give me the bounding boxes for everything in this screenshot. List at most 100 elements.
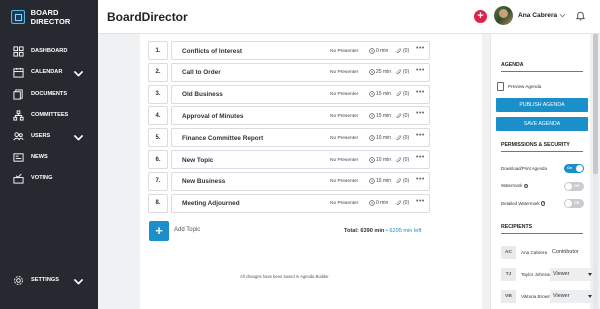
permissions-heading: PERMISSIONS & SECURITY [501,142,570,148]
agenda-row-attachments[interactable]: (0) [396,135,409,141]
agenda-row-title[interactable]: Old Business [182,91,223,98]
agenda-row-body[interactable]: Conflicts of Interest No Presenter 0 min (0… [171,41,430,60]
clock-icon [369,47,375,54]
sidebar-item-settings[interactable]: SETTINGS [0,271,98,289]
clock-icon [369,200,375,206]
agenda-heading: AGENDA [501,62,524,68]
agenda-row-time[interactable]: 15 min [369,178,391,184]
agenda-row-attachments[interactable]: (0) [396,157,409,163]
save-agenda-button[interactable]: SAVE AGENDA [496,117,588,131]
agenda-row-time[interactable]: 25 min [369,69,391,75]
agenda-row-attachments[interactable]: (0) [396,48,409,54]
agenda-row-number[interactable]: 1. [148,41,168,60]
top-bar: BoardDirector + Ana Cabrera [98,0,600,34]
agenda-row-attachments[interactable]: (0) [396,69,409,75]
permission-toggle[interactable]: Off [564,181,584,191]
add-topic-label[interactable]: Add Topic [174,227,200,233]
agenda-row-title[interactable]: Call to Order [182,69,221,76]
agenda-row-presenter[interactable]: No Presenter [330,136,358,141]
agenda-row-attachments[interactable]: (0) [396,200,409,206]
preview-agenda-link[interactable]: Preview Agenda [497,82,541,91]
agenda-row-time[interactable]: 15 min [369,113,391,119]
bell-icon[interactable] [575,10,586,21]
avatar[interactable] [494,6,513,25]
agenda-row-attachments[interactable]: (0) [396,113,409,119]
sidebar-item-dashboard[interactable]: DASHBOARD [0,42,98,60]
agenda-row-title[interactable]: Conflicts of Interest [182,48,242,55]
agenda-row-number[interactable]: 4. [148,106,168,126]
agenda-row-body[interactable]: New Topic No Presenter 10 min (0) ••• [171,150,430,169]
agenda-row-presenter[interactable]: No Presenter [330,158,358,163]
help-icon[interactable]: ? [540,201,546,206]
more-options-icon[interactable]: ••• [416,132,425,139]
more-options-icon[interactable]: ••• [416,110,425,117]
agenda-row-attachments[interactable]: (0) [396,91,409,97]
publish-agenda-button[interactable]: PUBLISH AGENDA [496,98,588,112]
agenda-row-title[interactable]: New Topic [182,157,213,164]
agenda-row-presenter[interactable]: No Presenter [330,49,358,54]
agenda-row-time[interactable]: 0 min [369,200,388,206]
permission-toggle[interactable]: On [564,164,584,173]
recipient-role-select[interactable]: Viewer [550,267,595,281]
agenda-row-time[interactable]: 10 min [369,135,391,141]
agenda-row-time[interactable]: 10 min [369,157,391,163]
sidebar-item-users[interactable]: USERS [0,127,98,145]
agenda-row-body[interactable]: Call to Order No Presenter 25 min (0) ••• [171,62,430,82]
agenda-row-body[interactable]: New Business No Presenter 15 min (0) ••• [171,171,430,191]
agenda-row-attachments[interactable]: (0) [396,178,409,184]
agenda-row-number[interactable]: 3. [148,84,168,104]
agenda-row-number[interactable]: 7. [148,171,168,191]
agenda-row-presenter[interactable]: No Presenter [330,92,358,97]
agenda-row-title[interactable]: Finance Committee Report [182,135,263,142]
recipient-role-select[interactable]: Viewer [550,289,595,303]
more-options-icon[interactable]: ••• [416,45,425,52]
total-label: Total: 6390 min [344,228,385,234]
scrollbar-thumb[interactable] [593,34,598,174]
agenda-row-presenter[interactable]: No Presenter [330,179,358,184]
user-name[interactable]: Ana Cabrera [518,12,557,19]
recipient-initials: TJ [501,267,516,281]
agenda-row[interactable]: 2. Call to Order No Presenter 25 min (0) ••• [148,62,430,82]
more-options-icon[interactable]: ••• [416,89,425,96]
agenda-row-number[interactable]: 2. [148,62,168,82]
agenda-row-title[interactable]: Approval of Minutes [182,113,243,120]
agenda-row[interactable]: 3. Old Business No Presenter 15 min (0) ••• [148,84,430,104]
sidebar-item-voting[interactable]: VOTING [0,169,98,187]
add-topic-button[interactable]: + [149,221,169,241]
panel-scrollbar[interactable] [593,34,598,309]
agenda-row-presenter[interactable]: No Presenter [330,70,358,75]
agenda-row-number[interactable]: 8. [148,193,168,213]
agenda-row-time[interactable]: 15 min [369,91,391,97]
more-options-icon[interactable]: ••• [416,176,425,183]
agenda-row[interactable]: 1. Conflicts of Interest No Presenter 0 min… [148,41,430,60]
paperclip-icon [396,47,402,53]
sidebar-item-news[interactable]: NEWS [0,148,98,166]
agenda-row-body[interactable]: Approval of Minutes No Presenter 15 min (0)… [171,106,430,126]
add-button[interactable]: + [474,10,487,23]
agenda-row[interactable]: 4. Approval of Minutes No Presenter 15 min (… [148,106,430,126]
agenda-row-presenter[interactable]: No Presenter [330,114,358,119]
agenda-row[interactable]: 5. Finance Committee Report No Presenter 10… [148,128,430,148]
agenda-row-body[interactable]: Meeting Adjourned No Presenter 0 min (0) ••• [171,193,430,213]
agenda-row-time[interactable]: 0 min [369,48,388,54]
agenda-row[interactable]: 6. New Topic No Presenter 10 min (0) ••• [148,150,430,169]
agenda-row-body[interactable]: Old Business No Presenter 15 min (0) ••• [171,84,430,104]
sidebar-item-committees[interactable]: COMMITTEES [0,106,98,124]
agenda-row-body[interactable]: Finance Committee Report No Presenter 10 m… [171,128,430,148]
sidebar-item-documents[interactable]: DOCUMENTS [0,85,98,103]
sidebar-item-calendar[interactable]: CALENDAR [0,63,98,81]
agenda-row-presenter[interactable]: No Presenter [330,201,358,206]
help-icon[interactable]: ? [523,183,529,189]
agenda-row-number[interactable]: 6. [148,150,168,169]
agenda-row-number[interactable]: 5. [148,128,168,148]
agenda-row[interactable]: 7. New Business No Presenter 15 min (0) ••• [148,171,430,191]
chevron-down-icon[interactable] [559,12,566,19]
more-options-icon[interactable]: ••• [416,154,425,161]
more-options-icon[interactable]: ••• [416,198,425,205]
agenda-row-title[interactable]: New Business [182,178,225,185]
agenda-row-title[interactable]: Meeting Adjourned [182,200,240,207]
permission-toggle[interactable]: Off [564,199,584,208]
brand[interactable]: BOARD DIRECTOR [0,0,98,34]
agenda-row[interactable]: 8. Meeting Adjourned No Presenter 0 min (0) •… [148,193,430,213]
more-options-icon[interactable]: ••• [416,67,425,74]
